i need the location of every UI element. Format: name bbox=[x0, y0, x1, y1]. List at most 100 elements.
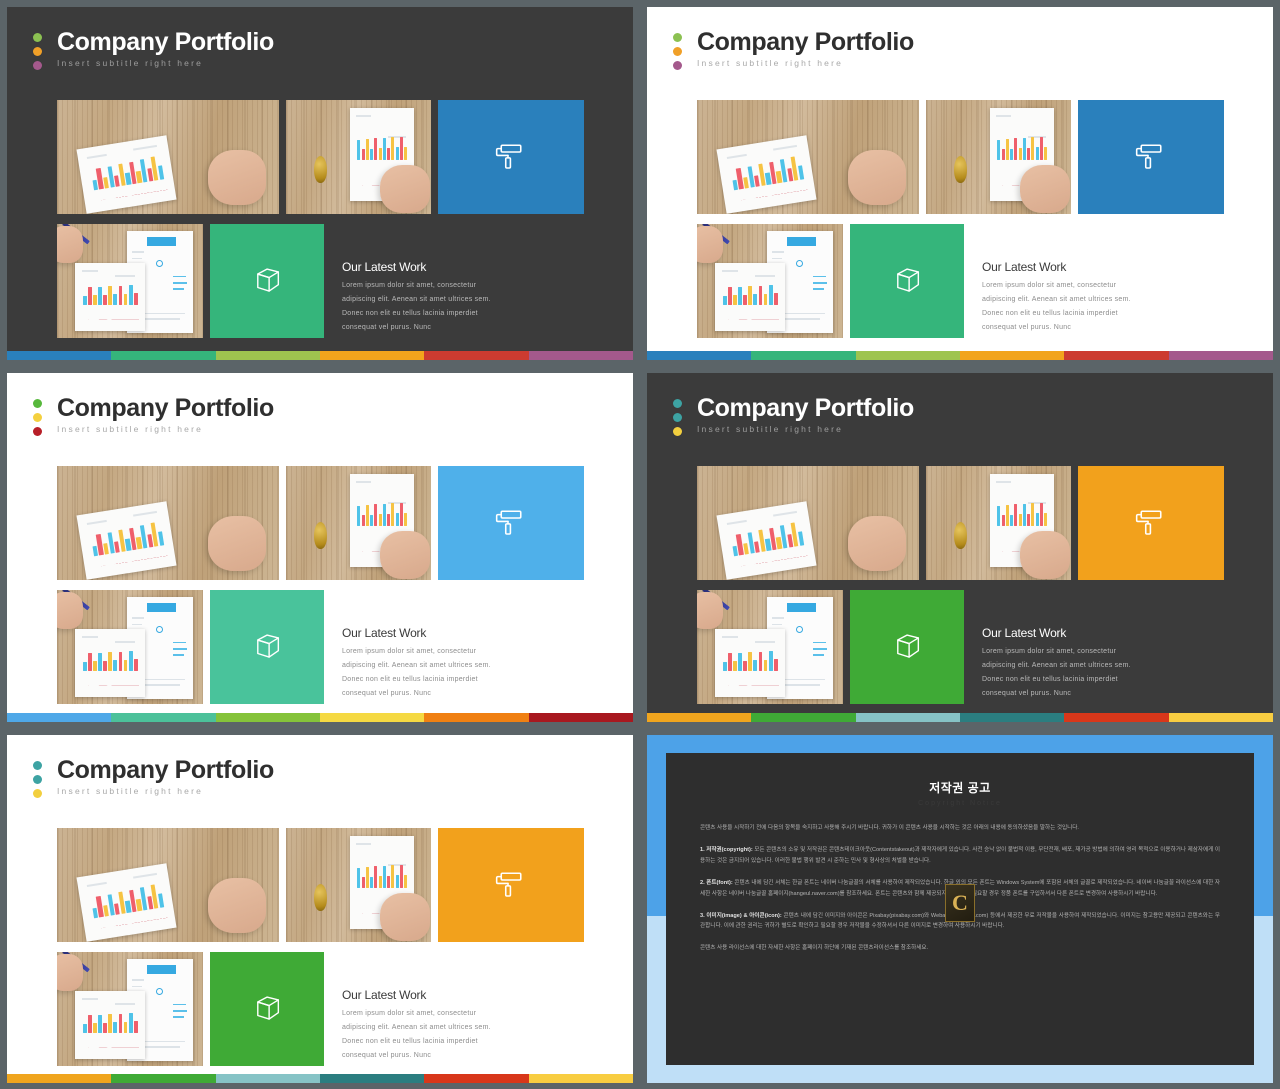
keyhole bbox=[313, 521, 327, 550]
slide-3[interactable]: Company Portfolio Insert subtitle right h… bbox=[0, 366, 640, 728]
copyright-intro: 콘텐츠 사용을 시작하기 전에 다음의 항목을 숙지하고 사용해 주시기 바랍니… bbox=[700, 825, 1079, 831]
portfolio-tiles bbox=[57, 466, 584, 704]
page-subtitle: Insert subtitle right here bbox=[57, 58, 204, 69]
chart-sheet bbox=[714, 262, 785, 332]
chart-sheet bbox=[74, 628, 145, 698]
photo-pointing-chart bbox=[286, 466, 431, 580]
cube-icon-tile[interactable] bbox=[210, 952, 324, 1066]
footer-swatch-3 bbox=[215, 351, 320, 360]
paint-roller-icon bbox=[1133, 137, 1169, 178]
latest-work-line: Lorem ipsum dolor sit amet, consectetur bbox=[342, 282, 477, 289]
footer-swatch-6 bbox=[528, 713, 633, 722]
photo-desk-chart bbox=[57, 466, 279, 580]
slide-header: Company Portfolio Insert subtitle right h… bbox=[673, 394, 914, 436]
photo-documents bbox=[57, 590, 203, 704]
latest-work-line: consequat vel purus. Nunc bbox=[342, 324, 432, 331]
bullet-dots bbox=[33, 761, 42, 798]
hand bbox=[57, 954, 84, 991]
hand-pointing bbox=[1020, 164, 1070, 213]
footer-swatch-4 bbox=[319, 713, 425, 722]
roller-icon-tile[interactable] bbox=[438, 828, 584, 942]
portfolio-tiles bbox=[697, 100, 1224, 338]
tile-row-bottom bbox=[57, 952, 584, 1066]
photo-documents bbox=[697, 224, 843, 338]
latest-work-line: Lorem ipsum dolor sit amet, consectetur bbox=[342, 1010, 477, 1017]
bullet-dot-1 bbox=[673, 33, 682, 42]
copyright-paragraph-label-3: 3. 이미지(image) & 아이콘(icon): bbox=[700, 912, 782, 919]
slide-4[interactable]: Company Portfolio Insert subtitle right h… bbox=[640, 366, 1280, 728]
slide-body: Company Portfolio Insert subtitle right h… bbox=[7, 7, 633, 351]
bullet-dot-3 bbox=[673, 427, 682, 436]
roller-icon-tile[interactable] bbox=[438, 100, 584, 214]
bullet-dots bbox=[673, 399, 682, 436]
hand bbox=[207, 150, 266, 205]
hand-pointing bbox=[380, 530, 430, 579]
hand-pointing bbox=[380, 892, 430, 941]
latest-work-heading: Our Latest Work bbox=[342, 988, 427, 1002]
paint-roller-icon bbox=[493, 865, 529, 906]
tile-row-bottom bbox=[57, 590, 584, 704]
keyhole bbox=[953, 155, 967, 184]
footer-swatch-2 bbox=[111, 351, 216, 360]
bullet-dot-3 bbox=[33, 61, 42, 70]
slide-6[interactable]: 저작권 공고 Copyright Notice 콘텐츠 사용을 시작하기 전에 다음… bbox=[640, 728, 1280, 1089]
portfolio-tiles bbox=[697, 466, 1224, 704]
cube-icon-tile[interactable] bbox=[210, 224, 324, 338]
latest-work-line: adipiscing elit. Aenean sit amet ultrice… bbox=[342, 296, 491, 303]
footer-swatch-5 bbox=[424, 713, 529, 722]
photo-pointing-chart bbox=[926, 466, 1071, 580]
footer-swatch-6 bbox=[528, 351, 633, 360]
slide-header: Company Portfolio Insert subtitle right h… bbox=[33, 757, 274, 798]
hand bbox=[697, 592, 724, 629]
keyhole bbox=[313, 883, 327, 912]
page-title: Company Portfolio bbox=[697, 394, 914, 422]
latest-work-block: Our Latest Work Lorem ipsum dolor sit ame… bbox=[342, 260, 491, 335]
copyright-subtitle: Copyright Notice bbox=[918, 800, 1002, 807]
photo-desk-chart bbox=[57, 100, 279, 214]
cube-icon-tile[interactable] bbox=[210, 590, 324, 704]
cube-icon bbox=[890, 628, 924, 667]
photo-pointing-chart bbox=[286, 828, 431, 942]
latest-work-line: consequat vel purus. Nunc bbox=[342, 690, 432, 697]
bullet-dots bbox=[673, 33, 682, 70]
copyright-title: 저작권 공고 bbox=[929, 781, 991, 795]
slide-body: Company Portfolio Insert subtitle right h… bbox=[647, 7, 1273, 351]
hand bbox=[57, 592, 84, 629]
footer-swatch-1 bbox=[647, 713, 752, 722]
tile-row-top bbox=[697, 466, 1224, 580]
copyright-card: 저작권 공고 Copyright Notice 콘텐츠 사용을 시작하기 전에 다음… bbox=[666, 753, 1254, 1065]
copyright-paragraph-text-1: 모든 콘텐츠의 소유 및 저작권은 콘텐츠테이크아웃(Contentstakeo… bbox=[700, 846, 1220, 864]
latest-work-heading: Our Latest Work bbox=[342, 260, 427, 274]
latest-work-line: Lorem ipsum dolor sit amet, consectetur bbox=[982, 282, 1117, 289]
slide-5[interactable]: Company Portfolio Insert subtitle right h… bbox=[0, 728, 640, 1089]
roller-icon-tile[interactable] bbox=[1078, 100, 1224, 214]
footer-swatch-2 bbox=[111, 1074, 216, 1083]
footer-color-bar bbox=[7, 1074, 633, 1083]
tile-row-top bbox=[57, 100, 584, 214]
tile-row-bottom bbox=[697, 590, 1224, 704]
hand bbox=[847, 516, 906, 571]
latest-work-line: adipiscing elit. Aenean sit amet ultrice… bbox=[982, 296, 1131, 303]
roller-icon-tile[interactable] bbox=[1078, 466, 1224, 580]
tile-row-bottom bbox=[697, 224, 1224, 338]
copyright-background: 저작권 공고 Copyright Notice 콘텐츠 사용을 시작하기 전에 다음… bbox=[647, 735, 1273, 1083]
bullet-dot-1 bbox=[33, 761, 42, 770]
footer-swatch-5 bbox=[1064, 713, 1169, 722]
page-title: Company Portfolio bbox=[57, 394, 274, 422]
footer-swatch-6 bbox=[528, 1074, 633, 1083]
slide-1[interactable]: Company Portfolio Insert subtitle right h… bbox=[0, 0, 640, 366]
paint-roller-icon bbox=[1133, 503, 1169, 544]
cube-icon-tile[interactable] bbox=[850, 224, 964, 338]
slide-2[interactable]: Company Portfolio Insert subtitle right h… bbox=[640, 0, 1280, 366]
latest-work-line: consequat vel purus. Nunc bbox=[342, 1052, 432, 1059]
bullet-dot-1 bbox=[33, 399, 42, 408]
bullet-dots bbox=[33, 399, 42, 436]
footer-swatch-5 bbox=[424, 351, 529, 360]
footer-color-bar bbox=[647, 713, 1273, 722]
chart-sheet bbox=[74, 262, 145, 332]
cube-icon-tile[interactable] bbox=[850, 590, 964, 704]
roller-icon-tile[interactable] bbox=[438, 466, 584, 580]
latest-work-block: Our Latest Work Lorem ipsum dolor sit ame… bbox=[342, 626, 491, 701]
slide-body: Company Portfolio Insert subtitle right h… bbox=[7, 373, 633, 713]
hand-pointing bbox=[380, 164, 430, 213]
